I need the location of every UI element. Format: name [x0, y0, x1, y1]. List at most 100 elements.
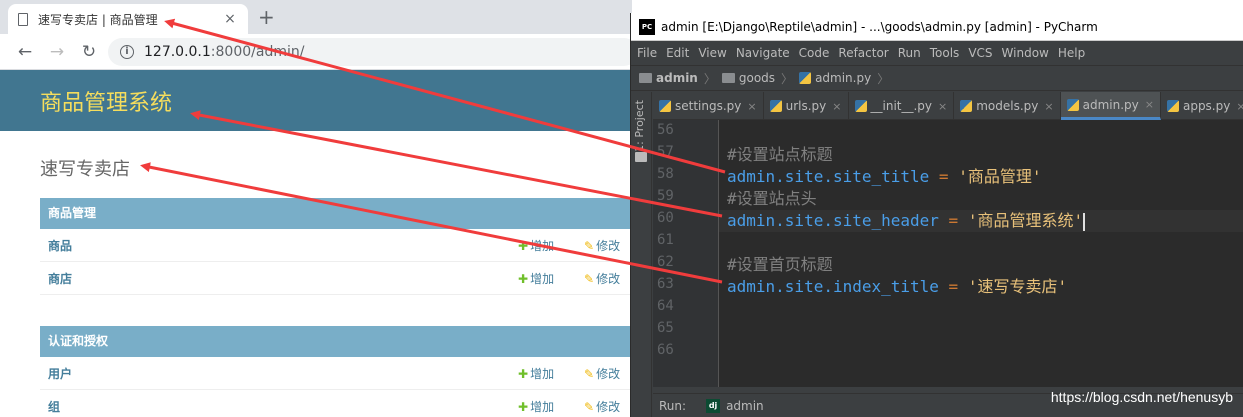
new-tab-button[interactable]: + — [258, 6, 275, 28]
menu-refactor[interactable]: Refactor — [838, 46, 888, 60]
tab-label: apps.py — [1182, 99, 1231, 113]
close-icon[interactable]: × — [1044, 100, 1053, 113]
address-bar[interactable]: i 127.0.0.1:8000/admin/ — [108, 38, 632, 66]
close-icon[interactable]: × — [832, 100, 841, 113]
python-file-icon — [960, 100, 973, 112]
change-link[interactable]: ✎ 修改 — [584, 237, 620, 254]
add-link[interactable]: ✚ 增加 — [518, 270, 554, 287]
code-identifier: admin.site.site_header — [727, 211, 939, 230]
code-line-62: #设置首页标题 — [719, 254, 1243, 276]
close-icon[interactable]: × — [1236, 100, 1243, 113]
add-link[interactable]: ✚ 增加 — [518, 398, 554, 415]
watermark: https://blog.csdn.net/henusyb — [1050, 389, 1233, 405]
code-line-60: admin.site.site_header = '商品管理系统' — [719, 210, 1243, 232]
menu-vcs[interactable]: VCS — [968, 46, 992, 60]
pencil-icon: ✎ — [584, 400, 595, 414]
add-label: 增加 — [530, 272, 555, 286]
line-number: 57 — [657, 144, 674, 160]
project-tool-button[interactable]: 1: Project — [633, 100, 646, 152]
menu-view[interactable]: View — [698, 46, 726, 60]
module-caption[interactable]: 商品管理 — [40, 198, 632, 229]
back-button[interactable]: ← — [12, 42, 38, 62]
breadcrumb: admin 〉 goods 〉 admin.py 〉 — [631, 65, 1243, 91]
change-label: 修改 — [596, 367, 621, 381]
close-icon[interactable]: × — [747, 100, 756, 113]
menu-edit[interactable]: Edit — [666, 46, 689, 60]
forward-button[interactable]: → — [44, 42, 70, 62]
breadcrumb-item[interactable]: admin — [639, 71, 698, 85]
change-label: 修改 — [596, 400, 621, 414]
tab-models[interactable]: models.py × — [954, 92, 1061, 120]
menu-help[interactable]: Help — [1058, 46, 1085, 60]
ide-titlebar: PC admin [E:\Django\Reptile\admin] - ...… — [631, 13, 1243, 41]
site-header[interactable]: 商品管理系统 — [40, 85, 172, 117]
tab-settings[interactable]: settings.py × — [653, 92, 764, 120]
folder-icon — [639, 73, 652, 83]
reload-button[interactable]: ↻ — [76, 42, 102, 62]
code-identifier: admin.site.index_title — [727, 277, 939, 296]
add-link[interactable]: ✚ 增加 — [518, 365, 554, 382]
tab-urls[interactable]: urls.py × — [764, 92, 849, 120]
browser-tab[interactable]: 速写专卖店 | 商品管理 × — [8, 4, 248, 34]
page-title: 速写专卖店 — [40, 159, 130, 180]
plus-icon: ✚ — [518, 367, 529, 381]
line-number: 63 — [657, 276, 674, 292]
change-link[interactable]: ✎ 修改 — [584, 398, 620, 415]
code-string: '商品管理' — [958, 167, 1042, 186]
menu-tools[interactable]: Tools — [930, 46, 960, 60]
change-link[interactable]: ✎ 修改 — [584, 365, 620, 382]
menu-file[interactable]: File — [637, 46, 657, 60]
url-path: :8000/admin/ — [210, 44, 305, 60]
line-number: 65 — [657, 320, 674, 336]
model-link[interactable]: 组 — [48, 398, 60, 415]
breadcrumb-item[interactable]: goods — [721, 71, 775, 85]
breadcrumb-separator: 〉 — [781, 71, 794, 86]
change-label: 修改 — [596, 239, 621, 253]
line-number: 56 — [657, 122, 674, 138]
menu-bar: File Edit View Navigate Code Refactor Ru… — [631, 41, 1243, 65]
code-operator: = — [929, 167, 959, 186]
model-link[interactable]: 商店 — [48, 270, 72, 287]
breadcrumb-label: admin.py — [815, 71, 872, 85]
python-file-icon — [1166, 100, 1179, 112]
code-editor[interactable]: 56 57 58 59 60 61 62 63 64 65 66 #设置站点标题… — [653, 120, 1243, 387]
close-icon[interactable]: × — [938, 100, 947, 113]
run-config-tab[interactable]: admin — [726, 399, 764, 413]
editor-tabs: settings.py × urls.py × __init__.py × model… — [653, 92, 1243, 120]
info-icon[interactable]: i — [120, 45, 134, 59]
line-number: 59 — [657, 188, 674, 204]
menu-run[interactable]: Run — [898, 46, 921, 60]
menu-window[interactable]: Window — [1002, 46, 1049, 60]
plus-icon: ✚ — [518, 272, 529, 286]
code-line-59: #设置站点头 — [719, 188, 1243, 210]
add-label: 增加 — [530, 239, 555, 253]
close-icon[interactable]: × — [1145, 98, 1154, 111]
code-line-63: admin.site.index_title = '速写专卖店' — [719, 276, 1243, 298]
menu-navigate[interactable]: Navigate — [736, 46, 790, 60]
url-host: 127.0.0.1 — [144, 44, 211, 60]
menu-code[interactable]: Code — [799, 46, 830, 60]
tab-apps[interactable]: apps.py × — [1161, 92, 1243, 120]
pencil-icon: ✎ — [584, 272, 595, 286]
browser-window: 速写专卖店 | 商品管理 × + ← → ↻ i 127.0.0.1:8000/… — [0, 0, 632, 417]
model-link[interactable]: 用户 — [48, 365, 72, 382]
window-title: admin [E:\Django\Reptile\admin] - ...\go… — [661, 19, 1098, 34]
pycharm-window: PC admin [E:\Django\Reptile\admin] - ...… — [630, 13, 1243, 417]
change-link[interactable]: ✎ 修改 — [584, 270, 620, 287]
table-row: 商品 ✚ 增加 ✎ 修改 — [40, 229, 632, 262]
line-number: 64 — [657, 298, 674, 314]
project-folder-icon — [635, 152, 647, 162]
tab-admin[interactable]: admin.py × — [1060, 92, 1161, 120]
breadcrumb-item[interactable]: admin.py — [799, 71, 871, 85]
tab-label: admin.py — [1082, 97, 1139, 112]
close-tab-icon[interactable]: × — [222, 11, 238, 27]
python-file-icon — [854, 100, 867, 112]
admin-content: 速写专卖店 商品管理 商品 ✚ 增加 ✎ 修改 商店 ✚ 增加 ✎ 修改 认证和授权 用… — [0, 131, 632, 417]
add-link[interactable]: ✚ 增加 — [518, 237, 554, 254]
model-link[interactable]: 商品 — [48, 237, 72, 254]
line-number: 60 — [657, 210, 674, 226]
browser-toolbar: ← → ↻ i 127.0.0.1:8000/admin/ — [0, 34, 632, 70]
tab-init[interactable]: __init__.py × — [849, 92, 955, 120]
module-caption[interactable]: 认证和授权 — [40, 326, 632, 357]
code-identifier: admin.site.site_title — [727, 167, 930, 186]
